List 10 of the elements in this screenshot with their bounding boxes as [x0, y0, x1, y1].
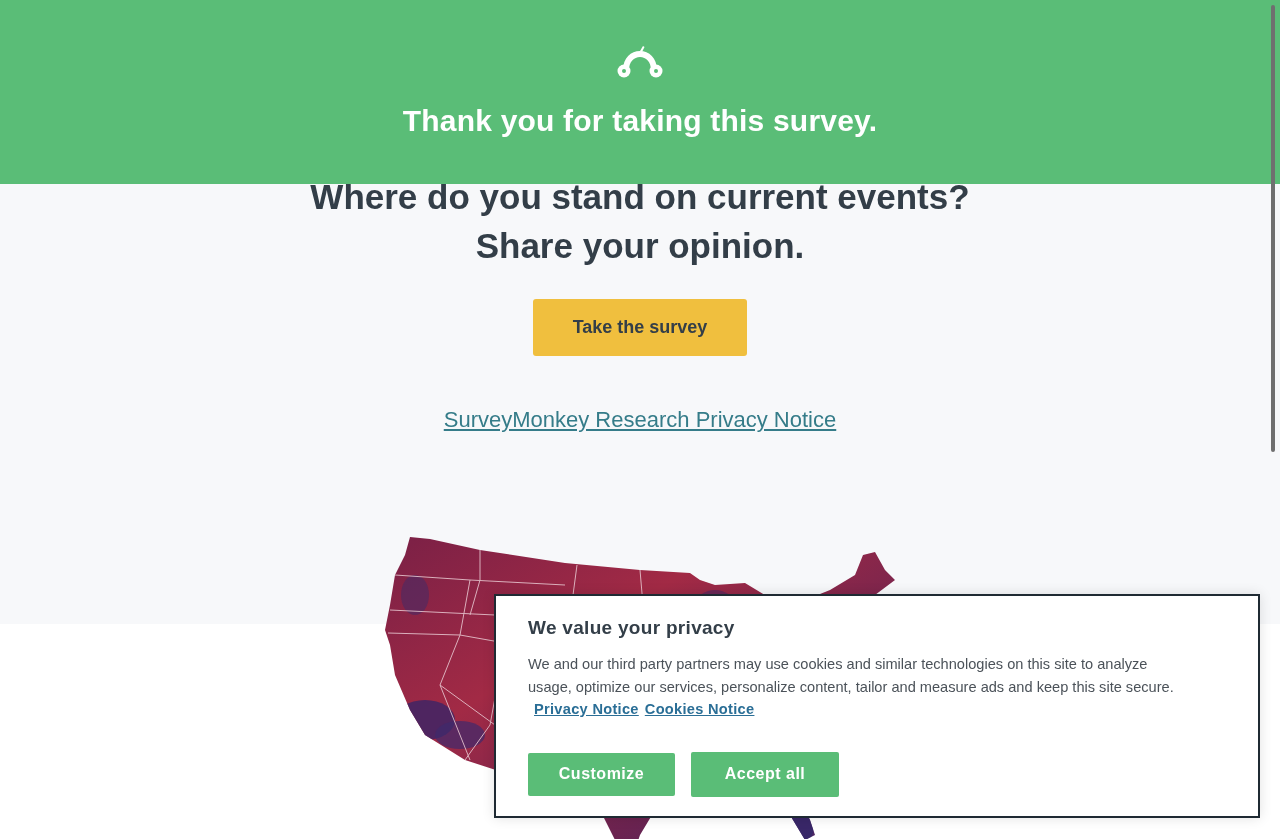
privacy-notice-link[interactable]: SurveyMonkey Research Privacy Notice — [443, 405, 837, 435]
thank-you-title: Thank you for taking this survey. — [402, 103, 878, 139]
scrollbar-thumb[interactable] — [1271, 5, 1275, 452]
notice-link[interactable]: Cookies Notice — [644, 698, 755, 721]
take-survey-button[interactable]: Take the survey — [533, 299, 747, 356]
logo-icon — [617, 46, 663, 80]
dialog-title: We value your privacy — [528, 616, 736, 640]
promo-heading: Where do you stand on current events? Share your opinion. — [310, 176, 970, 267]
cookie-description: We and our third party partners may use cookies and similar technologies on this site to analyze usage, optimize our services, personalize content, tailor and measure ads and keep this site secure. — [528, 655, 1175, 697]
notice-link[interactable]: Privacy Notice — [534, 698, 639, 721]
